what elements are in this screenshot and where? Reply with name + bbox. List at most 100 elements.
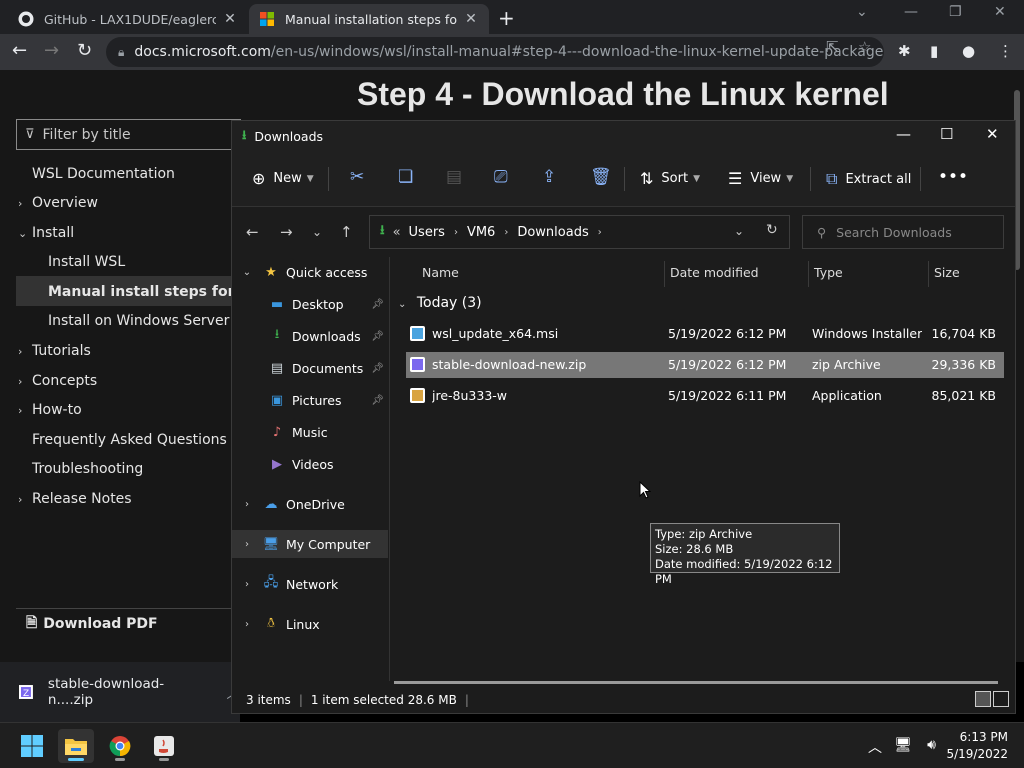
column-divider[interactable] xyxy=(808,261,809,287)
toc-item[interactable]: › Overview xyxy=(18,195,98,211)
chevron-down-icon[interactable]: ⌄ xyxy=(734,224,744,238)
start-button[interactable] xyxy=(14,729,50,763)
column-date-modified[interactable]: Date modified xyxy=(670,265,759,280)
minimize-icon[interactable]: — xyxy=(904,4,918,20)
toc-item[interactable]: WSL Documentation xyxy=(18,166,175,182)
breadcrumb-users[interactable]: Users xyxy=(409,225,445,240)
tab-microsoft-docs[interactable]: Manual installation steps for olde ✕ xyxy=(249,4,489,34)
refresh-icon[interactable]: ↻ xyxy=(766,222,778,238)
chevron-right-icon[interactable]: › xyxy=(240,539,254,550)
toc-item[interactable]: Install on Windows Server xyxy=(48,313,229,329)
sort-button[interactable]: ⇅ Sort ▼ xyxy=(640,169,700,188)
maximize-icon[interactable]: ☐ xyxy=(940,125,953,143)
explorer-address-bar[interactable]: ⭳ « Users › VM6 › Downloads › ⌄ ↻ xyxy=(369,215,790,249)
nav-item[interactable]: ♪ Music xyxy=(232,418,388,446)
toc-item[interactable]: › How-to xyxy=(18,402,82,418)
group-header[interactable]: ⌄ Today (3) xyxy=(398,295,482,311)
file-explorer-window: ⭳ Downloads — ☐ ✕ ⊕ New ▼ ✂ ❏ ▤ ⎚ ⇪ 🗑︎ ⇅… xyxy=(231,120,1016,714)
nav-item[interactable]: ⌄ ★ Quick access xyxy=(232,258,388,286)
toc-item[interactable]: › Concepts xyxy=(18,373,97,389)
column-name[interactable]: Name xyxy=(422,265,459,280)
file-row[interactable]: stable-download-new.zip 5/19/2022 6:12 PM… xyxy=(406,352,1004,378)
search-input[interactable]: ⚲ Search Downloads xyxy=(802,215,1004,249)
back-icon[interactable]: ← xyxy=(12,40,27,61)
nav-item[interactable]: › 🖧 Network xyxy=(232,570,388,598)
nav-item[interactable]: › 🖥︎ My Computer xyxy=(232,530,388,558)
menu-icon[interactable]: ⋮ xyxy=(998,42,1013,60)
tab-search-icon[interactable]: ⌄ xyxy=(856,4,868,20)
delete-icon[interactable]: 🗑︎ xyxy=(590,167,612,187)
explorer-title-bar[interactable]: ⭳ Downloads — ☐ ✕ xyxy=(232,121,1015,151)
copy-icon[interactable]: ❏ xyxy=(398,167,413,187)
toc-item[interactable]: ⌄ Install xyxy=(18,225,74,241)
close-tab-icon[interactable]: ✕ xyxy=(222,11,238,27)
taskbar-file-explorer[interactable] xyxy=(58,729,94,763)
profile-icon[interactable]: ● xyxy=(962,42,975,60)
file-icon xyxy=(410,357,425,372)
nav-item[interactable]: ▤ Documents 📌︎ xyxy=(232,354,388,382)
bookmark-star-icon[interactable]: ☆ xyxy=(858,38,871,56)
column-type[interactable]: Type xyxy=(814,265,843,280)
column-size[interactable]: Size xyxy=(934,265,960,280)
toc-item[interactable]: Install WSL xyxy=(48,254,125,270)
toc-item[interactable]: › Tutorials xyxy=(18,343,91,359)
chevron-right-icon[interactable]: › xyxy=(240,619,254,630)
share-icon[interactable]: ⇪ xyxy=(542,167,556,187)
nav-item[interactable]: › ☁ OneDrive xyxy=(232,490,388,518)
extensions-icon[interactable]: ✱ xyxy=(898,42,911,60)
rename-icon[interactable]: ⎚ xyxy=(494,167,508,187)
taskbar-chrome[interactable] xyxy=(102,729,138,763)
volume-icon[interactable]: 🔊︎ xyxy=(927,737,936,753)
overflow-icon[interactable]: « xyxy=(393,225,401,240)
chevron-up-icon[interactable]: ︿ xyxy=(868,737,882,757)
forward-icon[interactable]: → xyxy=(280,223,293,241)
nav-item[interactable]: ▶ Videos xyxy=(232,450,388,478)
clock[interactable]: 6:13 PM 5/19/2022 xyxy=(946,729,1008,763)
chevron-right-icon[interactable]: › xyxy=(240,499,254,510)
details-view-icon[interactable] xyxy=(975,691,991,707)
toc-item[interactable]: Troubleshooting xyxy=(18,461,143,477)
recent-locations-icon[interactable]: ⌄ xyxy=(312,225,322,239)
address-bar[interactable]: 🔒︎ docs.microsoft.com /en-us/windows/wsl… xyxy=(106,37,884,67)
new-button[interactable]: ⊕ New ▼ xyxy=(252,169,314,188)
nav-item[interactable]: ⭳ Downloads 📌︎ xyxy=(232,322,388,350)
more-options-icon[interactable]: ••• xyxy=(938,167,968,187)
paste-icon[interactable]: ▤ xyxy=(446,167,462,187)
minimize-icon[interactable]: — xyxy=(896,125,911,143)
download-pdf-link[interactable]: 🗎︎ Download PDF xyxy=(16,608,236,638)
file-row[interactable]: jre-8u333-w 5/19/2022 6:11 PM Application 8… xyxy=(406,383,1004,409)
extract-all-button[interactable]: ⧉ Extract all xyxy=(826,169,911,189)
file-row[interactable]: wsl_update_x64.msi 5/19/2022 6:12 PM Windo… xyxy=(406,321,1004,347)
network-status-icon[interactable]: 🖥︎ xyxy=(894,737,912,753)
close-window-icon[interactable]: ✕ xyxy=(994,4,1006,20)
view-button[interactable]: ☰ View ▼ xyxy=(728,169,793,188)
download-shelf-item[interactable]: Z stable-download-n....zip ︿ xyxy=(0,662,240,722)
horizontal-scrollbar[interactable] xyxy=(394,681,998,684)
nav-item[interactable]: › 🐧︎ Linux xyxy=(232,610,388,638)
column-divider[interactable] xyxy=(928,261,929,287)
restore-icon[interactable]: ❐ xyxy=(949,4,962,20)
reload-icon[interactable]: ↻ xyxy=(77,40,92,61)
breadcrumb-vm6[interactable]: VM6 xyxy=(467,225,495,240)
nav-item[interactable]: ▬ Desktop 📌︎ xyxy=(232,290,388,318)
tiles-view-icon[interactable] xyxy=(993,691,1009,707)
back-icon[interactable]: ← xyxy=(246,223,259,241)
breadcrumb-downloads[interactable]: Downloads xyxy=(517,225,588,240)
close-tab-icon[interactable]: ✕ xyxy=(463,11,479,27)
filter-input[interactable]: ⊽ Filter by title xyxy=(16,119,241,150)
cut-icon[interactable]: ✂ xyxy=(350,167,364,187)
toc-item[interactable]: Frequently Asked Questions xyxy=(18,432,227,448)
toc-item[interactable]: › Release Notes xyxy=(18,491,132,507)
chevron-right-icon[interactable]: › xyxy=(240,579,254,590)
column-divider[interactable] xyxy=(664,261,665,287)
new-tab-icon[interactable]: + xyxy=(498,6,515,30)
chevron-down-icon[interactable]: ⌄ xyxy=(240,267,254,278)
close-icon[interactable]: ✕ xyxy=(986,125,999,143)
nav-item[interactable]: ▣ Pictures 📌︎ xyxy=(232,386,388,414)
tab-github[interactable]: GitHub - LAX1DUDE/eaglercraft: ✕ xyxy=(8,4,248,34)
share-icon[interactable]: ⇱ xyxy=(826,38,839,56)
side-panel-icon[interactable]: ▮ xyxy=(930,42,938,60)
forward-icon[interactable]: → xyxy=(44,40,59,61)
taskbar-java[interactable] xyxy=(146,729,182,763)
up-icon[interactable]: ↑ xyxy=(340,223,353,241)
